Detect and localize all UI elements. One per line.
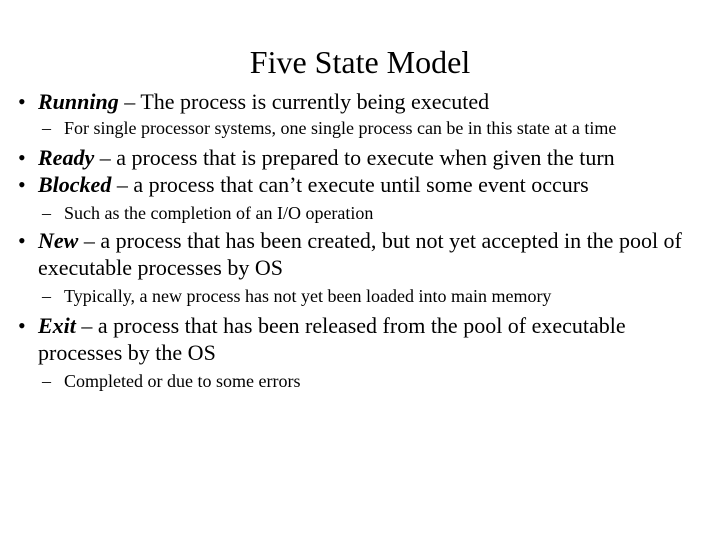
bullet-text-running: The process is currently being executed <box>140 89 490 114</box>
slide-body: • Running – The process is currently bein… <box>0 88 720 393</box>
bullet-separator: – <box>111 172 134 197</box>
bullet-text-exit-sub: Completed or due to some errors <box>64 371 301 391</box>
bullet-text-new: a process that has been created, but not… <box>38 228 682 280</box>
bullet-marker-icon: • <box>18 145 26 170</box>
bullet-item-blocked-sub: – Such as the completion of an I/O operat… <box>0 202 720 225</box>
bullet-separator: – <box>94 145 117 170</box>
bullet-item-ready: • Ready – a process that is prepared to e… <box>0 144 720 171</box>
bullet-text-blocked: a process that can’t execute until some … <box>133 172 589 197</box>
dash-marker-icon: – <box>42 118 51 138</box>
bullet-separator: – <box>78 228 101 253</box>
bullet-text-ready: a process that is prepared to execute wh… <box>116 145 615 170</box>
dash-marker-icon: – <box>42 371 51 391</box>
bullet-item-exit-sub: – Completed or due to some errors <box>0 370 720 393</box>
dash-marker-icon: – <box>42 286 51 306</box>
bullet-item-exit: • Exit – a process that has been released… <box>0 312 720 366</box>
bullet-marker-icon: • <box>18 313 26 338</box>
bullet-marker-icon: • <box>18 89 26 114</box>
bullet-item-new-sub: – Typically, a new process has not yet be… <box>0 285 720 308</box>
bullet-item-running-sub: – For single processor systems, one singl… <box>0 117 720 140</box>
bullet-item-blocked: • Blocked – a process that can’t execute … <box>0 171 720 198</box>
bullet-marker-icon: • <box>18 228 26 253</box>
dash-marker-icon: – <box>42 203 51 223</box>
page-title: Five State Model <box>249 44 471 81</box>
bullet-item-new: • New – a process that has been created, … <box>0 227 720 281</box>
bullet-marker-icon: • <box>18 172 26 197</box>
bullet-text-running-sub: For single processor systems, one single… <box>64 118 617 138</box>
slide-canvas: Five State Model • Running – The process … <box>0 0 720 540</box>
bullet-text-exit: a process that has been released from th… <box>38 313 626 365</box>
bullet-separator: – <box>75 313 98 338</box>
bullet-separator: – <box>118 89 141 114</box>
bullet-term-ready: Ready <box>38 145 95 170</box>
bullet-term-exit: Exit <box>38 313 76 338</box>
bullet-text-blocked-sub: Such as the completion of an I/O operati… <box>64 203 374 223</box>
bullet-term-running: Running <box>38 89 119 114</box>
bullet-term-new: New <box>38 228 79 253</box>
bullet-term-blocked: Blocked <box>38 172 112 197</box>
bullet-item-running: • Running – The process is currently bein… <box>0 88 720 115</box>
bullet-text-new-sub: Typically, a new process has not yet bee… <box>64 286 552 306</box>
